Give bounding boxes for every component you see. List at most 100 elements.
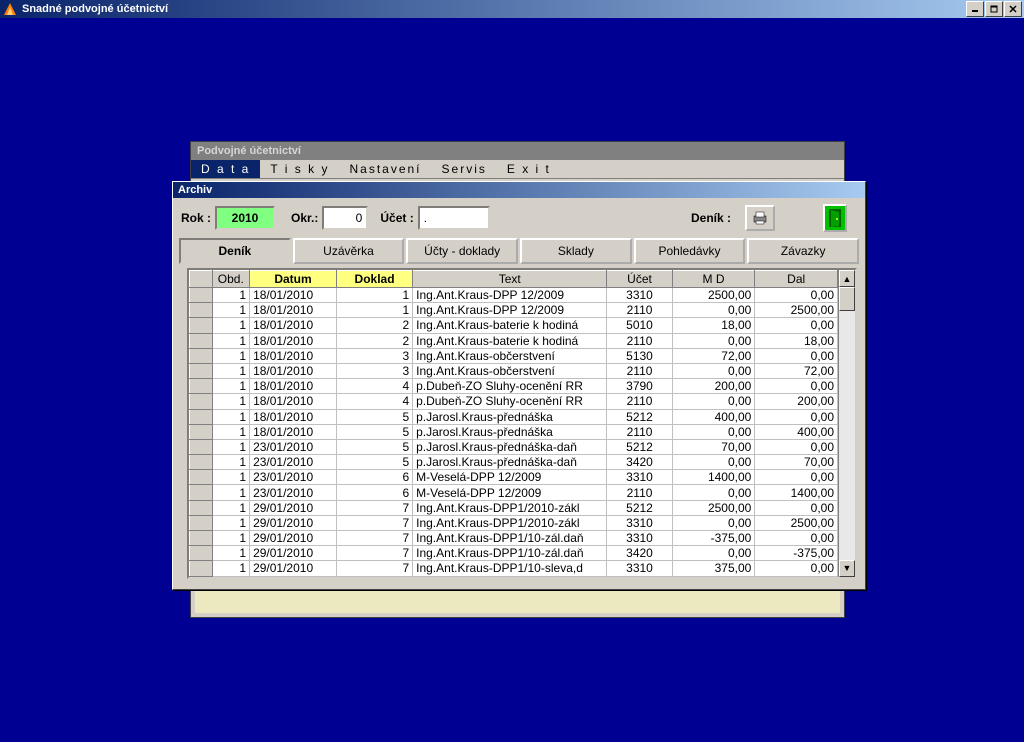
cell-text[interactable]: p.Jarosl.Kraus-přednáška — [413, 409, 607, 424]
cell-doklad[interactable]: 7 — [336, 515, 412, 530]
cell-datum[interactable]: 29/01/2010 — [250, 531, 337, 546]
cell-doklad[interactable]: 5 — [336, 455, 412, 470]
row-selector[interactable] — [190, 531, 213, 546]
rok-input[interactable] — [215, 206, 275, 230]
cell-md[interactable]: 0,00 — [672, 363, 755, 378]
row-selector[interactable] — [190, 303, 213, 318]
cell-dal[interactable]: 0,00 — [755, 470, 838, 485]
row-selector[interactable] — [190, 318, 213, 333]
cell-obd[interactable]: 1 — [212, 439, 250, 454]
table-row[interactable]: 118/01/20101Ing.Ant.Kraus-DPP 12/2009331… — [190, 288, 838, 303]
cell-dal[interactable]: 1400,00 — [755, 485, 838, 500]
cell-text[interactable]: p.Jarosl.Kraus-přednáška — [413, 424, 607, 439]
cell-md[interactable]: 2500,00 — [672, 288, 755, 303]
cell-text[interactable]: Ing.Ant.Kraus-DPP 12/2009 — [413, 303, 607, 318]
menu-nastaveni[interactable]: Nastavení — [339, 160, 431, 178]
col-dal[interactable]: Dal — [755, 271, 838, 288]
cell-md[interactable]: 2500,00 — [672, 500, 755, 515]
cell-md[interactable]: 0,00 — [672, 303, 755, 318]
col-obd[interactable]: Obd. — [212, 271, 250, 288]
cell-datum[interactable]: 23/01/2010 — [250, 439, 337, 454]
cell-dal[interactable]: 0,00 — [755, 561, 838, 576]
cell-doklad[interactable]: 3 — [336, 348, 412, 363]
cell-ucet[interactable]: 3420 — [607, 546, 672, 561]
cell-md[interactable]: 72,00 — [672, 348, 755, 363]
cell-datum[interactable]: 18/01/2010 — [250, 394, 337, 409]
cell-text[interactable]: Ing.Ant.Kraus-DPP1/2010-zákl — [413, 515, 607, 530]
cell-ucet[interactable]: 2110 — [607, 424, 672, 439]
row-selector[interactable] — [190, 439, 213, 454]
cell-datum[interactable]: 23/01/2010 — [250, 455, 337, 470]
cell-text[interactable]: Ing.Ant.Kraus-občerstvení — [413, 348, 607, 363]
cell-obd[interactable]: 1 — [212, 318, 250, 333]
cell-md[interactable]: 375,00 — [672, 561, 755, 576]
cell-md[interactable]: -375,00 — [672, 531, 755, 546]
row-selector[interactable] — [190, 470, 213, 485]
cell-ucet[interactable]: 2110 — [607, 333, 672, 348]
cell-datum[interactable]: 29/01/2010 — [250, 546, 337, 561]
cell-dal[interactable]: 0,00 — [755, 379, 838, 394]
row-selector[interactable] — [190, 515, 213, 530]
cell-dal[interactable]: 0,00 — [755, 318, 838, 333]
cell-obd[interactable]: 1 — [212, 333, 250, 348]
table-row[interactable]: 123/01/20105p.Jarosl.Kraus-přednáška-daň… — [190, 439, 838, 454]
table-row[interactable]: 129/01/20107Ing.Ant.Kraus-DPP1/10-sleva,… — [190, 561, 838, 576]
cell-dal[interactable]: 2500,00 — [755, 303, 838, 318]
row-selector[interactable] — [190, 561, 213, 576]
cell-md[interactable]: 0,00 — [672, 394, 755, 409]
table-row[interactable]: 118/01/20103Ing.Ant.Kraus-občerstvení513… — [190, 348, 838, 363]
table-row[interactable]: 129/01/20107Ing.Ant.Kraus-DPP1/10-zál.da… — [190, 546, 838, 561]
cell-text[interactable]: Ing.Ant.Kraus-DPP1/2010-zákl — [413, 500, 607, 515]
cell-dal[interactable]: 0,00 — [755, 288, 838, 303]
print-button[interactable] — [745, 205, 775, 231]
cell-md[interactable]: 0,00 — [672, 485, 755, 500]
cell-dal[interactable]: 0,00 — [755, 531, 838, 546]
cell-ucet[interactable]: 5010 — [607, 318, 672, 333]
tab-zavazky[interactable]: Závazky — [747, 238, 859, 264]
minimize-button[interactable] — [966, 1, 984, 17]
row-selector[interactable] — [190, 409, 213, 424]
row-selector[interactable] — [190, 500, 213, 515]
cell-md[interactable]: 0,00 — [672, 455, 755, 470]
col-datum[interactable]: Datum — [250, 271, 337, 288]
cell-doklad[interactable]: 7 — [336, 531, 412, 546]
cell-md[interactable]: 0,00 — [672, 546, 755, 561]
cell-md[interactable]: 200,00 — [672, 379, 755, 394]
tab-pohledavky[interactable]: Pohledávky — [634, 238, 746, 264]
cell-obd[interactable]: 1 — [212, 485, 250, 500]
cell-datum[interactable]: 29/01/2010 — [250, 500, 337, 515]
cell-obd[interactable]: 1 — [212, 409, 250, 424]
menu-servis[interactable]: Servis — [432, 160, 497, 178]
cell-doklad[interactable]: 6 — [336, 485, 412, 500]
row-selector[interactable] — [190, 348, 213, 363]
cell-datum[interactable]: 18/01/2010 — [250, 303, 337, 318]
cell-dal[interactable]: 0,00 — [755, 500, 838, 515]
cell-text[interactable]: Ing.Ant.Kraus-DPP1/10-sleva,d — [413, 561, 607, 576]
cell-ucet[interactable]: 5212 — [607, 439, 672, 454]
cell-obd[interactable]: 1 — [212, 288, 250, 303]
table-row[interactable]: 118/01/20105p.Jarosl.Kraus-přednáška5212… — [190, 409, 838, 424]
cell-obd[interactable]: 1 — [212, 470, 250, 485]
cell-dal[interactable]: 0,00 — [755, 439, 838, 454]
cell-doklad[interactable]: 4 — [336, 379, 412, 394]
cell-ucet[interactable]: 5212 — [607, 500, 672, 515]
row-selector[interactable] — [190, 363, 213, 378]
col-text[interactable]: Text — [413, 271, 607, 288]
cell-datum[interactable]: 18/01/2010 — [250, 379, 337, 394]
cell-ucet[interactable]: 2110 — [607, 485, 672, 500]
cell-md[interactable]: 400,00 — [672, 409, 755, 424]
cell-ucet[interactable]: 3310 — [607, 561, 672, 576]
cell-obd[interactable]: 1 — [212, 363, 250, 378]
cell-obd[interactable]: 1 — [212, 561, 250, 576]
cell-doklad[interactable]: 1 — [336, 303, 412, 318]
row-selector[interactable] — [190, 546, 213, 561]
table-row[interactable]: 129/01/20107Ing.Ant.Kraus-DPP1/10-zál.da… — [190, 531, 838, 546]
cell-ucet[interactable]: 5212 — [607, 409, 672, 424]
cell-ucet[interactable]: 5130 — [607, 348, 672, 363]
table-row[interactable]: 129/01/20107Ing.Ant.Kraus-DPP1/2010-zákl… — [190, 515, 838, 530]
cell-md[interactable]: 0,00 — [672, 424, 755, 439]
table-row[interactable]: 118/01/20104p.Dubeň-ZO Sluhy-ocenění RR2… — [190, 394, 838, 409]
cell-text[interactable]: p.Dubeň-ZO Sluhy-ocenění RR — [413, 394, 607, 409]
cell-text[interactable]: Ing.Ant.Kraus-baterie k hodiná — [413, 333, 607, 348]
cell-ucet[interactable]: 3310 — [607, 531, 672, 546]
